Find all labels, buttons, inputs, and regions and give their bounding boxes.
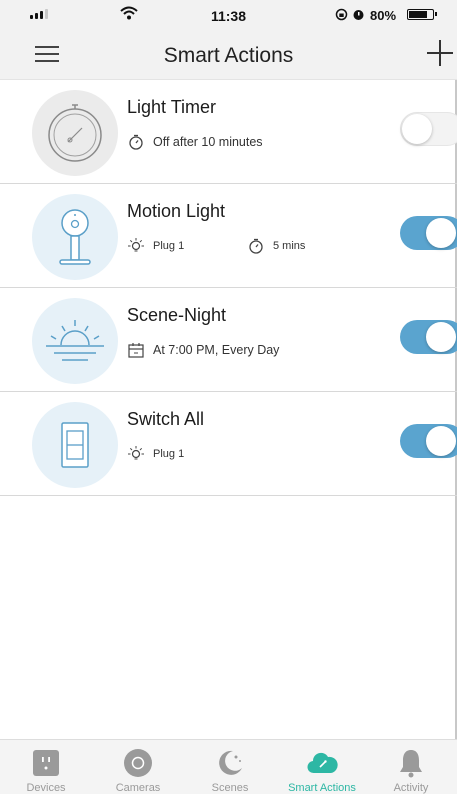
list-item[interactable]: Light Timer Off after 10 minutes: [0, 80, 457, 184]
action-title: Motion Light: [127, 201, 226, 221]
camera-icon: [124, 749, 152, 777]
enable-toggle[interactable]: [400, 320, 457, 354]
motion-sensor-icon: [32, 194, 118, 280]
tab-label: Devices: [26, 782, 66, 794]
list-item[interactable]: Scene-Night At 7:00 PM, Every Day: [0, 288, 457, 392]
timer-text: Off after 10 minutes: [153, 135, 263, 149]
tab-label: Smart Actions: [288, 782, 356, 794]
tab-activity[interactable]: Activity: [365, 740, 457, 795]
page-title: Smart Actions: [163, 44, 294, 67]
device-name: Plug 1: [153, 240, 185, 252]
sunset-icon: [32, 298, 118, 384]
status-bar: 11:38 80%: [0, 0, 457, 30]
action-title: Switch All: [127, 409, 205, 429]
dial-timer-icon: [32, 90, 118, 176]
battery-percent: 80%: [370, 8, 397, 23]
tab-label: Scenes: [211, 782, 249, 794]
action-meta: Plug 1: [127, 237, 184, 255]
moon-icon: [219, 750, 242, 775]
cloud-icon: [307, 752, 338, 774]
calendar-icon: [128, 343, 144, 358]
bulb-icon: [128, 446, 144, 460]
device-name: Plug 1: [153, 448, 185, 460]
plug-icon: [33, 750, 59, 776]
stopwatch-icon: [129, 134, 143, 150]
light-switch-icon: [32, 402, 118, 488]
tab-bar: Devices Cameras Scenes Smart Actions Act…: [0, 739, 457, 794]
action-meta: At 7:00 PM, Every Day: [127, 341, 279, 359]
tab-cameras[interactable]: Cameras: [92, 740, 184, 795]
tab-devices[interactable]: Devices: [0, 740, 92, 795]
tab-scenes[interactable]: Scenes: [184, 740, 276, 795]
action-meta: Off after 10 minutes: [127, 133, 263, 151]
action-title: Scene-Night: [127, 305, 227, 325]
duration-text: 5 mins: [273, 240, 306, 252]
tab-smart-actions[interactable]: Smart Actions: [276, 740, 368, 795]
stopwatch-icon: [249, 238, 263, 254]
action-meta: Plug 1: [127, 445, 184, 463]
action-title: Light Timer: [127, 97, 217, 117]
action-meta: 5 mins: [247, 237, 305, 255]
list-item[interactable]: Switch All Plug 1: [0, 392, 457, 496]
list-item[interactable]: Motion Light Plug 1 5 mins: [0, 184, 457, 288]
battery-icon: [407, 9, 437, 20]
add-action-button[interactable]: [427, 40, 453, 66]
nav-bar: Smart Actions: [0, 30, 457, 80]
enable-toggle[interactable]: [400, 216, 457, 250]
bell-icon: [400, 750, 422, 778]
orientation-lock-icon: [335, 8, 348, 21]
enable-toggle[interactable]: [400, 424, 457, 458]
alarm-icon: [353, 10, 364, 20]
enable-toggle[interactable]: [400, 112, 457, 146]
bulb-icon: [128, 238, 144, 252]
tab-label: Cameras: [115, 782, 161, 794]
tab-label: Activity: [393, 782, 429, 794]
schedule-text: At 7:00 PM, Every Day: [153, 343, 280, 357]
